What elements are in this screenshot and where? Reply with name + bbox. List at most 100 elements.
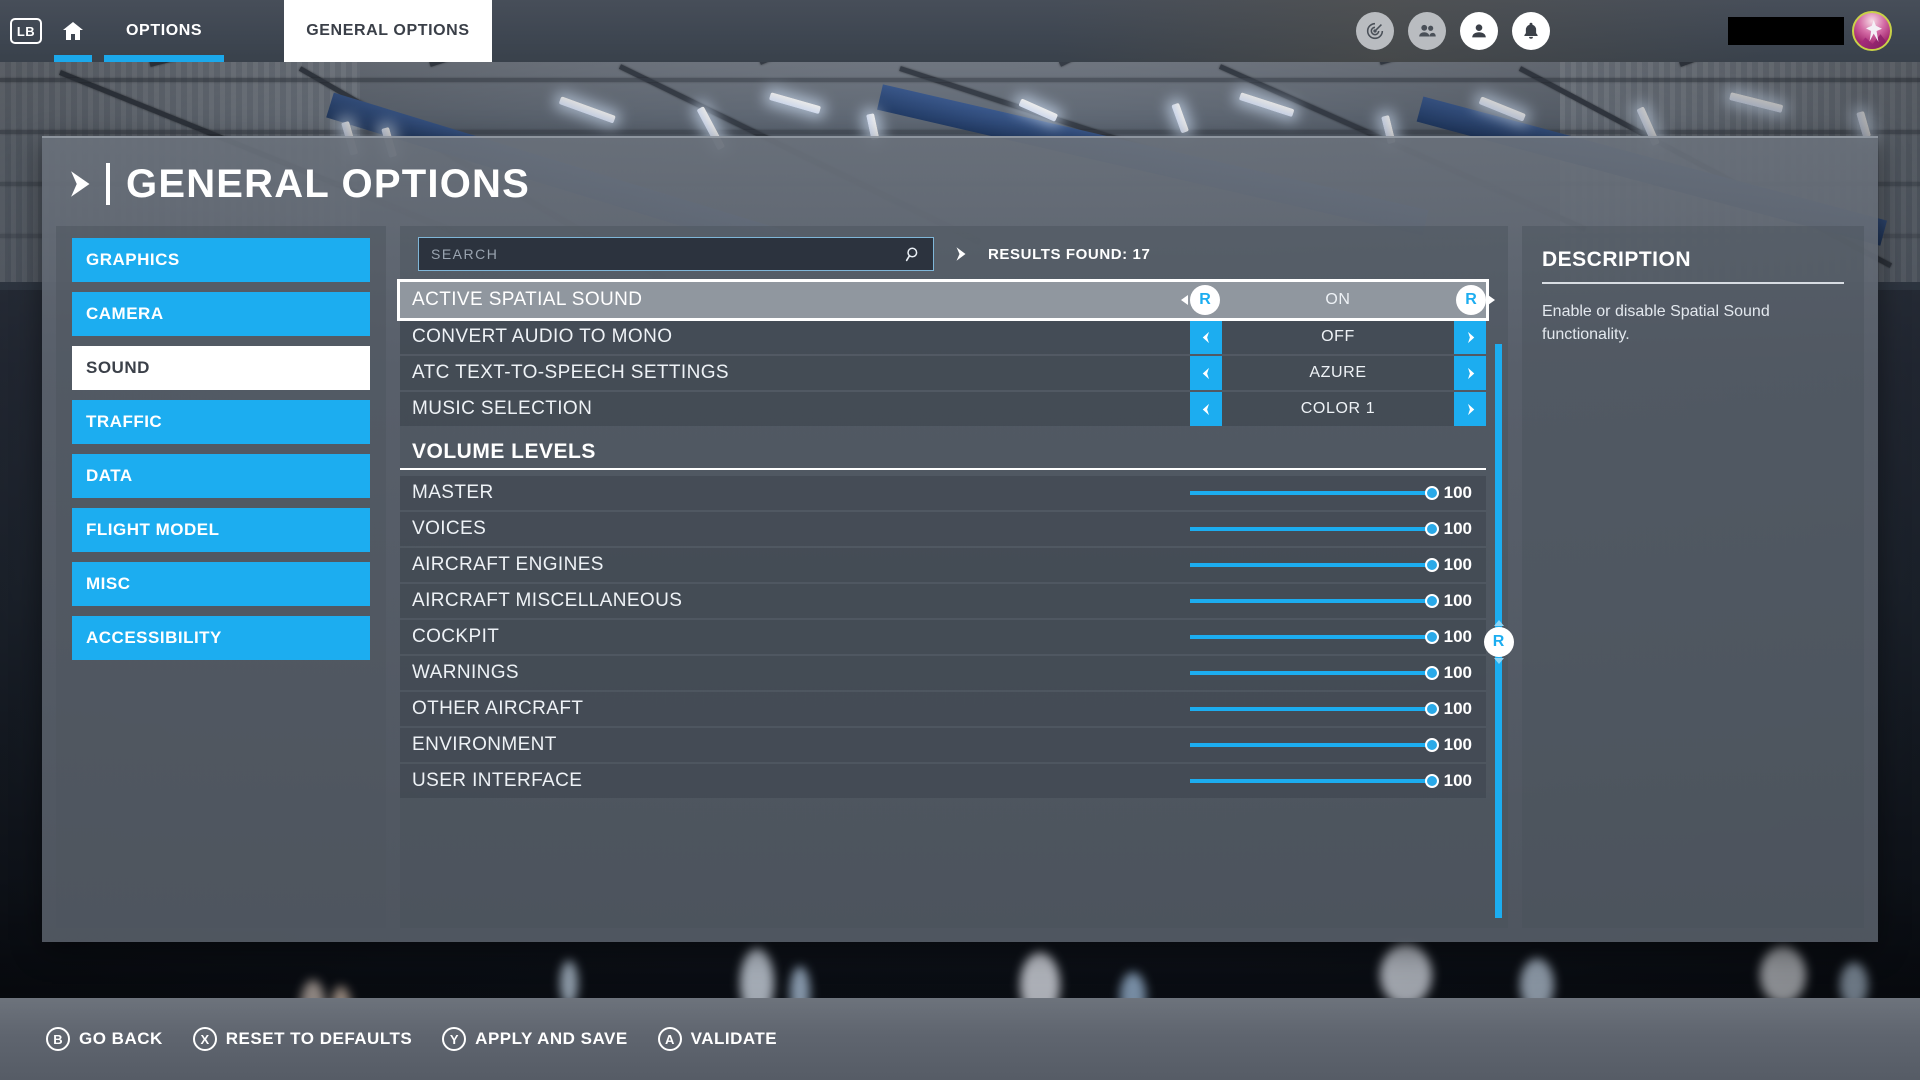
sidebar-item-misc[interactable]: MISC bbox=[72, 562, 370, 606]
setting-row-atc-text-to-speech-settings[interactable]: ATC TEXT-TO-SPEECH SETTINGS AZURE bbox=[400, 356, 1486, 390]
sidebar-item-label: FLIGHT MODEL bbox=[86, 520, 220, 539]
next-value-button[interactable]: R bbox=[1456, 285, 1486, 315]
search-box[interactable] bbox=[418, 237, 934, 271]
top-navigation-bar: LB OPTIONS GENERAL OPTIONS bbox=[0, 0, 1920, 62]
volume-slider[interactable] bbox=[1190, 774, 1439, 788]
volume-row-user-interface[interactable]: USER INTERFACE 100 bbox=[400, 764, 1486, 798]
command-apply-and-save[interactable]: Y APPLY AND SAVE bbox=[442, 1027, 628, 1051]
chevron-right-icon bbox=[64, 164, 98, 204]
friends-icon[interactable] bbox=[1408, 12, 1446, 50]
home-tab[interactable] bbox=[42, 0, 104, 62]
volume-control: 100 bbox=[1186, 620, 1486, 654]
prev-value-button[interactable]: R bbox=[1190, 285, 1220, 315]
gamepad-button-x-icon: X bbox=[192, 1027, 217, 1051]
setting-row-music-selection[interactable]: MUSIC SELECTION COLOR 1 bbox=[400, 392, 1486, 426]
sidebar-item-accessibility[interactable]: ACCESSIBILITY bbox=[72, 616, 370, 660]
volume-row-warnings[interactable]: WARNINGS 100 bbox=[400, 656, 1486, 690]
volume-slider[interactable] bbox=[1190, 630, 1439, 644]
volume-slider-knob[interactable] bbox=[1425, 558, 1439, 572]
radar-icon[interactable] bbox=[1356, 12, 1394, 50]
volume-slider[interactable] bbox=[1190, 486, 1439, 500]
sidebar-item-label: CAMERA bbox=[86, 304, 164, 323]
sidebar-item-data[interactable]: DATA bbox=[72, 454, 370, 498]
sidebar-item-label: GRAPHICS bbox=[86, 250, 180, 269]
volume-row-environment[interactable]: ENVIRONMENT 100 bbox=[400, 728, 1486, 762]
prev-value-button[interactable] bbox=[1190, 320, 1222, 354]
profile-icon[interactable] bbox=[1460, 12, 1498, 50]
tab-general-options[interactable]: GENERAL OPTIONS bbox=[284, 0, 492, 62]
description-divider bbox=[1542, 282, 1844, 284]
notifications-bell-icon[interactable] bbox=[1512, 12, 1550, 50]
volume-row-master[interactable]: MASTER 100 bbox=[400, 476, 1486, 510]
volume-slider[interactable] bbox=[1190, 522, 1439, 536]
volume-control: 100 bbox=[1186, 512, 1486, 546]
search-icon[interactable] bbox=[904, 245, 923, 264]
setting-row-convert-audio-to-mono[interactable]: CONVERT AUDIO TO MONO OFF bbox=[400, 320, 1486, 354]
sidebar-item-sound[interactable]: SOUND bbox=[72, 346, 370, 390]
settings-scrollbar[interactable]: R bbox=[1483, 344, 1514, 918]
volume-slider[interactable] bbox=[1190, 594, 1439, 608]
volume-control: 100 bbox=[1186, 584, 1486, 618]
next-value-button[interactable] bbox=[1454, 320, 1486, 354]
gamepad-button-y-icon: Y bbox=[442, 1027, 467, 1051]
general-options-panel: GENERAL OPTIONS GRAPHICS CAMERA SOUND TR… bbox=[42, 136, 1878, 942]
volume-slider-knob[interactable] bbox=[1425, 702, 1439, 716]
results-chevron-icon bbox=[952, 245, 970, 263]
tab-options[interactable]: OPTIONS bbox=[104, 0, 225, 62]
command-validate[interactable]: A VALIDATE bbox=[657, 1027, 778, 1051]
volume-slider[interactable] bbox=[1190, 738, 1439, 752]
avatar[interactable] bbox=[1852, 11, 1892, 51]
volume-row-aircraft-miscellaneous[interactable]: AIRCRAFT MISCELLANEOUS 100 bbox=[400, 584, 1486, 618]
setting-control: OFF bbox=[1190, 320, 1486, 354]
next-value-button[interactable] bbox=[1454, 392, 1486, 426]
setting-value: COLOR 1 bbox=[1300, 400, 1376, 417]
sidebar-item-graphics[interactable]: GRAPHICS bbox=[72, 238, 370, 282]
page-title-row: GENERAL OPTIONS bbox=[42, 138, 1878, 230]
volume-slider-knob[interactable] bbox=[1425, 630, 1439, 644]
lb-bumper-badge[interactable]: LB bbox=[10, 18, 42, 44]
prev-value-button[interactable] bbox=[1190, 392, 1222, 426]
volume-row-other-aircraft[interactable]: OTHER AIRCRAFT 100 bbox=[400, 692, 1486, 726]
sidebar-item-label: MISC bbox=[86, 574, 131, 593]
next-value-button[interactable] bbox=[1454, 356, 1486, 390]
search-input[interactable] bbox=[419, 246, 904, 262]
volume-slider[interactable] bbox=[1190, 558, 1439, 572]
tab-general-options-label: GENERAL OPTIONS bbox=[306, 22, 470, 39]
bottom-command-bar: B GO BACK X RESET TO DEFAULTS Y APPLY AN… bbox=[0, 998, 1920, 1080]
options-tab-underline bbox=[104, 55, 225, 62]
tab-options-label: OPTIONS bbox=[126, 22, 203, 39]
volume-control: 100 bbox=[1186, 476, 1486, 510]
volume-row-aircraft-engines[interactable]: AIRCRAFT ENGINES 100 bbox=[400, 548, 1486, 582]
description-body: Enable or disable Spatial Sound function… bbox=[1542, 303, 1770, 344]
volume-slider-knob[interactable] bbox=[1425, 774, 1439, 788]
volume-row-voices[interactable]: VOICES 100 bbox=[400, 512, 1486, 546]
setting-value: OFF bbox=[1321, 328, 1355, 345]
volume-slider-knob[interactable] bbox=[1425, 666, 1439, 680]
volume-slider[interactable] bbox=[1190, 702, 1439, 716]
description-title: DESCRIPTION bbox=[1542, 248, 1692, 271]
sidebar-item-label: SOUND bbox=[86, 358, 150, 377]
command-go-back[interactable]: B GO BACK bbox=[46, 1027, 163, 1051]
title-divider bbox=[106, 163, 110, 205]
volume-slider[interactable] bbox=[1190, 666, 1439, 680]
volume-levels-header: VOLUME LEVELS bbox=[400, 428, 1486, 470]
command-label: VALIDATE bbox=[690, 1029, 778, 1048]
sidebar-item-traffic[interactable]: TRAFFIC bbox=[72, 400, 370, 444]
page-title: GENERAL OPTIONS bbox=[126, 161, 530, 206]
volume-slider-knob[interactable] bbox=[1425, 486, 1439, 500]
username-redacted bbox=[1728, 17, 1844, 45]
command-reset-to-defaults[interactable]: X RESET TO DEFAULTS bbox=[192, 1027, 412, 1051]
volume-row-cockpit[interactable]: COCKPIT 100 bbox=[400, 620, 1486, 654]
setting-row-active-spatial-sound[interactable]: ACTIVE SPATIAL SOUND R ON R bbox=[397, 279, 1489, 321]
sidebar-item-camera[interactable]: CAMERA bbox=[72, 292, 370, 336]
command-label: APPLY AND SAVE bbox=[475, 1029, 628, 1048]
volume-slider-knob[interactable] bbox=[1425, 738, 1439, 752]
category-sidebar: GRAPHICS CAMERA SOUND TRAFFIC DATA FLIGH… bbox=[56, 226, 386, 928]
prev-value-button[interactable] bbox=[1190, 356, 1222, 390]
description-panel: DESCRIPTION Enable or disable Spatial So… bbox=[1522, 226, 1864, 928]
sidebar-item-flight-model[interactable]: FLIGHT MODEL bbox=[72, 508, 370, 552]
command-label: GO BACK bbox=[79, 1029, 163, 1048]
volume-slider-knob[interactable] bbox=[1425, 522, 1439, 536]
settings-column: RESULTS FOUND: 17 ACTIVE SPATIAL SOUND R… bbox=[397, 226, 1514, 928]
volume-slider-knob[interactable] bbox=[1425, 594, 1439, 608]
